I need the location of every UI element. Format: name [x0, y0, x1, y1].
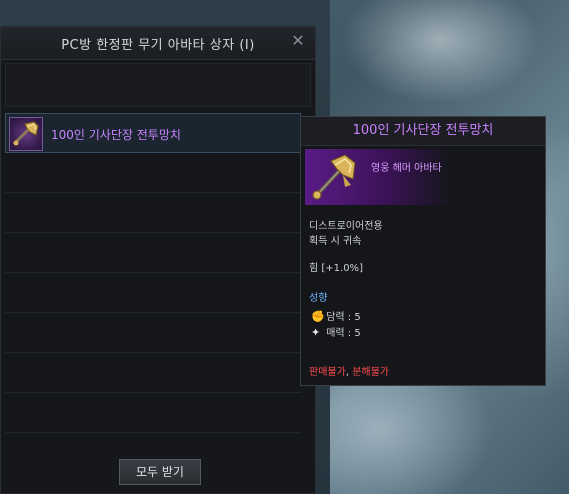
close-button[interactable]: ✕: [289, 32, 307, 50]
trait-courage: ✊ 담력 : 5: [311, 308, 361, 323]
window-title: PC방 한정판 무기 아바타 상자 (I): [61, 38, 255, 53]
tooltip-stat: 힘 [+1.0%]: [309, 263, 363, 274]
trait-charm-value: 매력 : 5: [326, 328, 361, 339]
warhammer-icon: [9, 117, 43, 151]
item-tooltip: 100인 기사단장 전투망치 영웅 헤머 아바타 디스트로이어전용 획득 시 귀…: [300, 116, 546, 386]
fist-icon: ✊: [311, 310, 325, 323]
list-item: [5, 313, 301, 353]
restriction-separator: ,: [345, 367, 349, 378]
receive-all-button[interactable]: 모두 받기: [119, 459, 201, 485]
sell-restriction: 판매불가: [309, 367, 346, 378]
window-titlebar[interactable]: PC방 한정판 무기 아바타 상자 (I) ✕: [1, 27, 315, 60]
close-icon: ✕: [291, 31, 305, 50]
sparkle-icon: ✦: [311, 326, 321, 339]
list-item: [5, 273, 301, 313]
list-item[interactable]: 100인 기사단장 전투망치: [5, 113, 301, 153]
list-item: [5, 353, 301, 393]
tooltip-title: 100인 기사단장 전투망치: [301, 117, 545, 146]
trait-courage-value: 담력 : 5: [326, 312, 361, 323]
warhammer-icon: [307, 151, 361, 203]
tooltip-restrictions: 판매불가, 분해불가: [309, 363, 389, 378]
trait-charm: ✦ 매력 : 5: [311, 324, 361, 339]
list-item: [5, 193, 301, 233]
box-description-panel: [5, 63, 311, 107]
reward-list: 100인 기사단장 전투망치: [5, 113, 301, 433]
tooltip-bind-info: 획득 시 귀속: [309, 236, 362, 247]
tooltip-class-restriction: 디스트로이어전용: [309, 221, 383, 232]
list-item: [5, 233, 301, 273]
tooltip-grade: 영웅 헤머 아바타: [371, 163, 442, 174]
disassemble-restriction: 분해불가: [352, 367, 389, 378]
avatar-box-window: PC방 한정판 무기 아바타 상자 (I) ✕ 100인 기사단장 전투망치 모: [0, 26, 316, 494]
list-item: [5, 393, 301, 433]
list-item-label: 100인 기사단장 전투망치: [51, 128, 181, 142]
tooltip-traits-heading: 성향: [309, 293, 328, 304]
list-item: [5, 153, 301, 193]
